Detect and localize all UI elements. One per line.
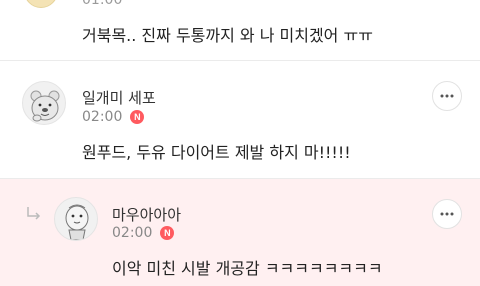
new-badge: N <box>160 226 175 240</box>
comment-time: 02:00 <box>112 225 153 241</box>
comment-nickname[interactable]: 마우아아아 <box>112 204 181 225</box>
comment-item: 일개미 세포 02:00 N 원푸드, 두유 다이어트 제발 하지 마!!!!! <box>0 61 480 178</box>
bear-avatar-icon[interactable] <box>22 81 66 125</box>
more-options-button[interactable] <box>432 199 462 229</box>
avatar[interactable] <box>24 0 58 8</box>
more-dots-icon <box>440 94 454 98</box>
new-badge: N <box>130 110 145 124</box>
character-avatar-icon[interactable] <box>54 197 98 241</box>
more-options-button[interactable] <box>432 81 462 111</box>
reply-comment-item: 마우아아아 02:00 N 이악 미친 시발 개공감 ㅋㅋㅋㅋㅋㅋㅋㅋ <box>0 179 480 286</box>
comment-time: 01:00 <box>82 0 123 8</box>
comment-nickname[interactable]: 일개미 세포 <box>82 87 156 108</box>
comment-time: 02:00 <box>82 109 123 125</box>
comment-meta: 02:00 N <box>82 109 145 125</box>
comment-text: 이악 미친 시발 개공감 ㅋㅋㅋㅋㅋㅋㅋㅋ <box>112 259 383 278</box>
comment-meta: 02:00 N <box>112 225 175 241</box>
comment-item: 01:00 거북목.. 진짜 두통까지 와 나 미치겠어 ㅠㅠ <box>0 0 480 60</box>
reply-arrow-icon <box>27 207 41 220</box>
more-dots-icon <box>440 212 454 216</box>
comment-text: 원푸드, 두유 다이어트 제발 하지 마!!!!! <box>82 143 351 162</box>
comment-text: 거북목.. 진짜 두통까지 와 나 미치겠어 ㅠㅠ <box>82 26 373 45</box>
